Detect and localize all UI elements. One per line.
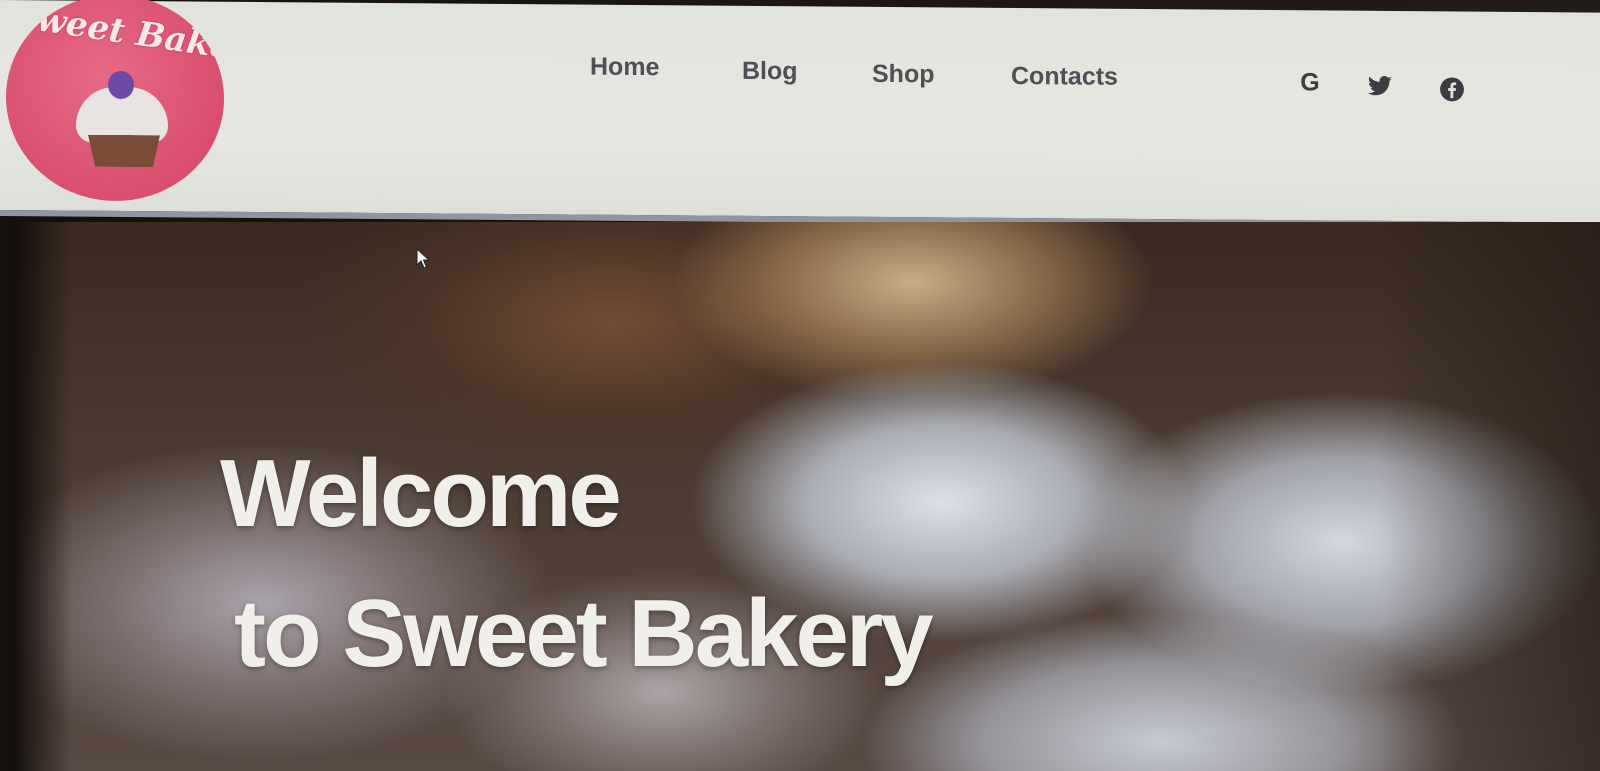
logo-text: Sweet Bakery xyxy=(10,0,224,74)
monitor-frame: Sweet Bakery Home Blog Shop Contacts G W… xyxy=(0,0,1600,771)
site-header: Sweet Bakery Home Blog Shop Contacts G xyxy=(0,0,1600,229)
cupcake-cherry xyxy=(108,70,134,100)
nav-shop[interactable]: Shop xyxy=(872,60,935,89)
facebook-icon[interactable] xyxy=(1438,75,1466,103)
hero-title-line2: to Sweet Bakery xyxy=(234,580,934,687)
hero-shade-left xyxy=(12,222,72,771)
hero-title-line1: Welcome xyxy=(220,440,622,547)
hero-shade-right xyxy=(1380,222,1600,771)
mouse-cursor-icon xyxy=(416,248,430,269)
google-icon[interactable]: G xyxy=(1296,68,1324,96)
logo[interactable]: Sweet Bakery xyxy=(6,0,224,202)
nav-contacts[interactable]: Contacts xyxy=(1011,62,1118,92)
hero-title: Welcome to Sweet Bakery xyxy=(220,424,934,704)
nav-blog[interactable]: Blog xyxy=(742,57,798,86)
twitter-icon[interactable] xyxy=(1366,73,1394,101)
nav-home[interactable]: Home xyxy=(590,53,659,83)
hero-banner: Welcome to Sweet Bakery xyxy=(12,222,1600,771)
cupcake-base xyxy=(88,135,160,168)
